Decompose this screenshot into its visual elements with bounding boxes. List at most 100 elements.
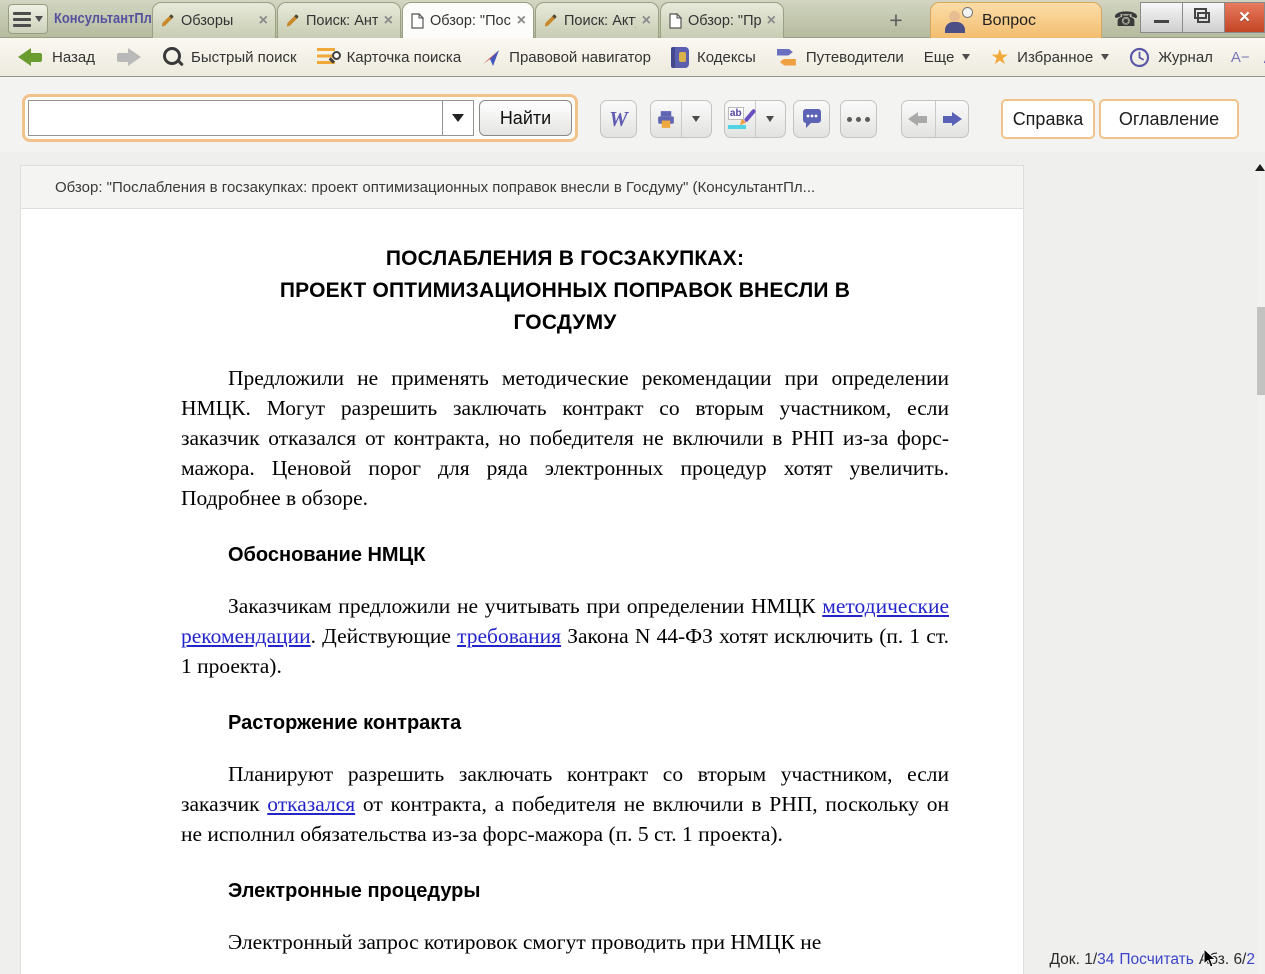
more-button[interactable]: Еще bbox=[914, 41, 981, 73]
vertical-scrollbar[interactable] bbox=[1257, 162, 1265, 974]
paragraph-counter-label: Абз. 6/ bbox=[1199, 951, 1247, 968]
search-combobox bbox=[28, 100, 474, 136]
paragraph-total-link[interactable]: 2 bbox=[1246, 951, 1255, 968]
window-controls: × bbox=[1140, 2, 1265, 33]
search-input[interactable] bbox=[29, 101, 442, 135]
new-tab-button[interactable]: + bbox=[880, 6, 912, 34]
chevron-down-icon bbox=[766, 116, 774, 122]
search-card-button[interactable]: Карточка поиска bbox=[307, 41, 472, 73]
tab-label: Поиск: Антик bbox=[306, 13, 378, 29]
question-button[interactable]: Вопрос bbox=[930, 2, 1102, 39]
favorites-button[interactable]: ★ Избранное bbox=[980, 41, 1119, 73]
close-icon[interactable]: × bbox=[259, 14, 268, 28]
tab-bar: КонсультантПлюс Обзоры × Поиск: Антик × … bbox=[0, 0, 1265, 38]
forward-arrow-icon bbox=[115, 48, 141, 66]
close-icon[interactable]: × bbox=[384, 14, 393, 28]
comment-button[interactable] bbox=[793, 100, 830, 138]
chevron-down-icon bbox=[692, 116, 700, 122]
chevron-down-icon bbox=[1101, 54, 1109, 60]
tab-strip: Обзоры × Поиск: Антик × Обзор: "Пос × По… bbox=[152, 2, 785, 38]
journal-button[interactable]: Журнал bbox=[1119, 41, 1223, 73]
count-link[interactable]: Посчитать bbox=[1119, 951, 1193, 968]
tab-poisk-antik[interactable]: Поиск: Антик × bbox=[277, 2, 401, 38]
comment-bubble-icon bbox=[801, 109, 823, 129]
help-button[interactable]: Справка bbox=[1001, 99, 1095, 139]
clock-icon bbox=[1129, 47, 1150, 68]
ellipsis-icon bbox=[847, 117, 870, 122]
more-actions-button[interactable] bbox=[840, 100, 877, 138]
close-icon[interactable]: × bbox=[642, 14, 651, 28]
section-heading: Электронные процедуры bbox=[228, 879, 949, 903]
document-link[interactable]: отказался bbox=[267, 792, 355, 816]
tab-poisk-aktua[interactable]: Поиск: Актуа × bbox=[535, 2, 659, 38]
search-dropdown-button[interactable] bbox=[442, 101, 473, 135]
doc-forward-button[interactable] bbox=[935, 101, 969, 137]
font-decrease-button[interactable]: А− bbox=[1223, 49, 1258, 66]
document-heading: ПОСЛАБЛЕНИЯ В ГОСЗАКУПКАХ: ПРОЕКТ ОПТИМИ… bbox=[181, 243, 949, 339]
printer-icon bbox=[655, 109, 677, 130]
pen-icon bbox=[160, 13, 175, 28]
pen-icon bbox=[543, 13, 558, 28]
print-button[interactable] bbox=[651, 101, 681, 137]
minimize-button[interactable] bbox=[1140, 2, 1182, 33]
status-bar: Док. 1/34 Посчитать Абз. 6/2 bbox=[1050, 951, 1255, 969]
document-page: ПОСЛАБЛЕНИЯ В ГОСЗАКУПКАХ: ПРОЕКТ ОПТИМИ… bbox=[20, 209, 1024, 974]
intro-paragraph: Предложили не применять методические рек… bbox=[181, 363, 949, 513]
star-icon: ★ bbox=[990, 47, 1009, 68]
close-icon[interactable]: × bbox=[517, 14, 526, 28]
codes-book-icon bbox=[671, 47, 689, 68]
close-window-icon: × bbox=[1239, 8, 1250, 27]
back-arrow-icon bbox=[908, 112, 928, 126]
minimize-icon bbox=[1154, 20, 1169, 24]
codes-button[interactable]: Кодексы bbox=[661, 41, 766, 73]
print-options-button[interactable] bbox=[681, 101, 712, 137]
search-card-icon bbox=[317, 47, 339, 67]
document-title-bar: Обзор: "Послабления в госзакупках: проек… bbox=[20, 165, 1024, 209]
chevron-down-icon bbox=[452, 114, 464, 122]
back-arrow-icon bbox=[18, 48, 44, 66]
legal-navigator-button[interactable]: Правовой навигатор bbox=[471, 41, 661, 73]
section-paragraph: Планируют разрешить заключать контракт с… bbox=[181, 759, 949, 849]
phone-icon[interactable]: ☎ bbox=[1112, 7, 1140, 31]
main-menu-button[interactable] bbox=[8, 4, 48, 34]
doc-counter-label: Док. 1/ bbox=[1050, 951, 1098, 968]
search-icon bbox=[161, 46, 183, 68]
tab-label: Поиск: Актуа bbox=[564, 13, 636, 29]
find-button[interactable]: Найти bbox=[479, 100, 572, 136]
highlighter-icon: ab bbox=[728, 107, 752, 131]
back-button[interactable]: Назад bbox=[8, 41, 105, 73]
section-paragraph: Заказчикам предложили не учитывать при о… bbox=[181, 591, 949, 681]
section-paragraph: Электронный запрос котировок смогут пров… bbox=[181, 927, 949, 957]
close-icon[interactable]: × bbox=[767, 14, 776, 28]
doc-back-button[interactable] bbox=[902, 101, 935, 137]
signpost-icon bbox=[776, 47, 798, 68]
contents-button[interactable]: Оглавление bbox=[1099, 99, 1239, 139]
doc-total-link[interactable]: 34 bbox=[1097, 951, 1114, 968]
support-person-icon bbox=[943, 7, 973, 35]
maximize-button[interactable] bbox=[1182, 2, 1224, 33]
chevron-down-icon bbox=[962, 54, 970, 60]
question-label: Вопрос bbox=[982, 12, 1036, 30]
search-frame: Найти bbox=[22, 94, 578, 142]
export-word-button[interactable]: W bbox=[600, 100, 637, 138]
forward-arrow-icon bbox=[942, 112, 962, 126]
font-increase-button[interactable]: А+ bbox=[1258, 46, 1265, 69]
tab-obzor-pre[interactable]: Обзор: "Пре × bbox=[660, 2, 784, 38]
highlight-options-button[interactable] bbox=[755, 101, 786, 137]
scrollbar-thumb[interactable] bbox=[1257, 307, 1265, 395]
tab-obzory[interactable]: Обзоры × bbox=[152, 2, 276, 38]
hamburger-icon bbox=[13, 12, 31, 27]
doc-nav-group bbox=[901, 100, 969, 138]
guides-button[interactable]: Путеводители bbox=[766, 41, 914, 73]
forward-button[interactable] bbox=[105, 41, 151, 73]
content-area: Обзор: "Послабления в госзакупках: проек… bbox=[0, 152, 1265, 974]
highlight-button[interactable]: ab bbox=[725, 101, 755, 137]
document-link[interactable]: требования bbox=[457, 624, 561, 648]
section-heading: Обоснование НМЦК bbox=[228, 543, 949, 567]
maximize-icon bbox=[1197, 12, 1210, 23]
section-heading: Расторжение контракта bbox=[228, 711, 949, 735]
document-icon bbox=[668, 13, 682, 29]
quick-search-button[interactable]: Быстрый поиск bbox=[151, 41, 307, 73]
close-window-button[interactable]: × bbox=[1224, 2, 1265, 33]
tab-obzor-pos-active[interactable]: Обзор: "Пос × bbox=[402, 2, 534, 38]
